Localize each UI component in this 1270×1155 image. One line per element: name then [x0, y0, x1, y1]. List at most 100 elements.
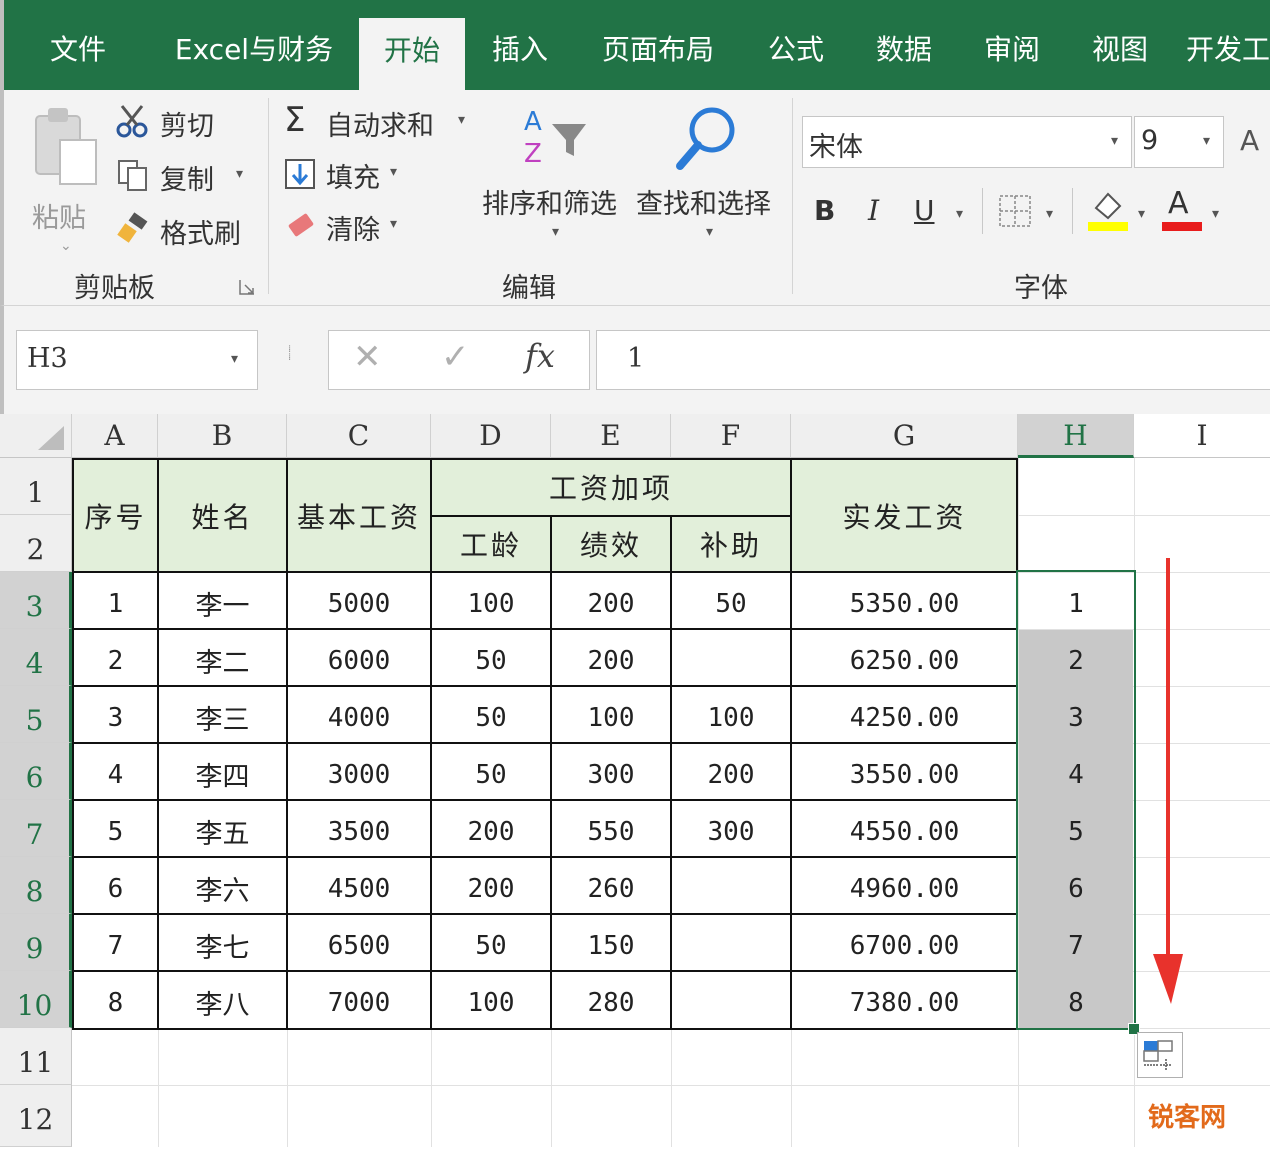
cell-performance[interactable]: 200 [551, 574, 671, 631]
cell-performance[interactable]: 150 [551, 916, 671, 973]
header-base-salary[interactable]: 基本工资 [287, 459, 431, 572]
clear-button[interactable]: 清除 ▾ [284, 206, 414, 248]
font-color-button[interactable]: A [1162, 186, 1202, 232]
cell-base-salary[interactable]: 4500 [287, 859, 431, 916]
header-seq[interactable]: 序号 [73, 459, 158, 572]
cell-seq[interactable]: 1 [73, 574, 158, 631]
cell-seniority[interactable]: 200 [431, 859, 551, 916]
tab-insert[interactable]: 插入 [478, 0, 562, 90]
worksheet-grid[interactable]: A B C D E F G H I 1 2 3 4 5 6 7 8 9 10 1… [0, 414, 1270, 1147]
row-header-4[interactable]: 4 [0, 629, 72, 686]
cell-actual-salary[interactable]: 4550.00 [791, 802, 1018, 859]
font-color-dropdown-icon[interactable]: ▾ [1212, 206, 1219, 222]
underline-dropdown-icon[interactable]: ▾ [956, 206, 963, 222]
cell-name[interactable]: 李六 [158, 859, 287, 916]
format-painter-button[interactable]: 格式刷 [116, 210, 256, 252]
cell-seq[interactable]: 5 [73, 802, 158, 859]
row-header-3[interactable]: 3 [0, 572, 72, 629]
font-name-combobox[interactable]: 宋体 ▾ [802, 116, 1132, 168]
fill-color-icon[interactable] [1088, 188, 1128, 232]
cancel-icon[interactable]: ✕ [353, 337, 382, 377]
cell-seq[interactable]: 8 [73, 973, 158, 1030]
cell-name[interactable]: 李二 [158, 631, 287, 688]
column-header-g[interactable]: G [791, 414, 1018, 458]
fill-color-dropdown-icon[interactable]: ▾ [1138, 206, 1145, 222]
column-header-e[interactable]: E [551, 414, 671, 458]
cell-seq[interactable]: 7 [73, 916, 158, 973]
borders-icon[interactable] [998, 194, 1032, 228]
cell-subsidy[interactable]: 100 [671, 688, 791, 745]
cut-button[interactable]: 剪切 [116, 102, 246, 144]
underline-button[interactable]: U [914, 194, 935, 227]
cell-base-salary[interactable]: 4000 [287, 688, 431, 745]
cell-subsidy[interactable] [671, 859, 791, 916]
cell-base-salary[interactable]: 6500 [287, 916, 431, 973]
cell-seniority[interactable]: 100 [431, 973, 551, 1030]
cell-name[interactable]: 李五 [158, 802, 287, 859]
name-box[interactable]: H3 ▾ [16, 330, 258, 390]
tab-home[interactable]: 开始 [359, 18, 465, 90]
cell-seniority[interactable]: 200 [431, 802, 551, 859]
cell-name[interactable]: 李七 [158, 916, 287, 973]
cell-name[interactable]: 李八 [158, 973, 287, 1030]
cell-seniority[interactable]: 50 [431, 688, 551, 745]
font-name-dropdown-icon[interactable]: ▾ [1111, 133, 1118, 149]
cell-actual-salary[interactable]: 5350.00 [791, 574, 1018, 631]
cell-subsidy[interactable]: 50 [671, 574, 791, 631]
row-header-2[interactable]: 2 [0, 515, 72, 572]
copy-button[interactable]: 复制 ▾ [116, 156, 256, 198]
resize-handle[interactable]: ⁞ ⁞ [288, 345, 294, 374]
header-salary-additions[interactable]: 工资加项 [431, 459, 791, 515]
column-header-f[interactable]: F [671, 414, 791, 458]
tab-page-layout[interactable]: 页面布局 [590, 0, 726, 90]
cell-actual-salary[interactable]: 6700.00 [791, 916, 1018, 973]
increase-font-size-icon[interactable]: A [1240, 124, 1259, 157]
row-header-11[interactable]: 11 [0, 1028, 72, 1085]
cell-seq[interactable]: 3 [73, 688, 158, 745]
cell-name[interactable]: 李四 [158, 745, 287, 802]
row-header-12[interactable]: 12 [0, 1085, 72, 1147]
bold-button[interactable]: B [814, 194, 835, 227]
cell-seniority[interactable]: 100 [431, 574, 551, 631]
select-all-corner[interactable] [0, 414, 72, 458]
header-seniority[interactable]: 工龄 [431, 515, 551, 572]
cell-actual-salary[interactable]: 6250.00 [791, 631, 1018, 688]
cell-performance[interactable]: 260 [551, 859, 671, 916]
tab-review[interactable]: 审阅 [970, 0, 1054, 90]
tab-formulas[interactable]: 公式 [754, 0, 838, 90]
cell-actual-salary[interactable]: 4250.00 [791, 688, 1018, 745]
row-header-7[interactable]: 7 [0, 800, 72, 857]
tab-developer[interactable]: 开发工 [1186, 0, 1270, 90]
tab-excel-finance[interactable]: Excel与财务 [164, 0, 344, 90]
row-header-1[interactable]: 1 [0, 458, 72, 515]
cell-actual-salary[interactable]: 4960.00 [791, 859, 1018, 916]
column-header-h[interactable]: H [1018, 414, 1134, 458]
cell-base-salary[interactable]: 6000 [287, 631, 431, 688]
tab-data[interactable]: 数据 [862, 0, 946, 90]
cell-performance[interactable]: 300 [551, 745, 671, 802]
column-header-a[interactable]: A [72, 414, 158, 458]
cell-performance[interactable]: 100 [551, 688, 671, 745]
cell-subsidy[interactable] [671, 916, 791, 973]
cell-actual-salary[interactable]: 3550.00 [791, 745, 1018, 802]
enter-icon[interactable]: ✓ [441, 337, 470, 377]
header-performance[interactable]: 绩效 [551, 515, 671, 572]
column-header-d[interactable]: D [431, 414, 551, 458]
row-header-9[interactable]: 9 [0, 914, 72, 971]
cell-base-salary[interactable]: 3000 [287, 745, 431, 802]
column-header-b[interactable]: B [158, 414, 287, 458]
paste-button[interactable]: 粘贴 ⌄ [30, 104, 102, 254]
column-header-c[interactable]: C [287, 414, 431, 458]
name-box-dropdown-icon[interactable]: ▾ [231, 351, 238, 367]
cell-base-salary[interactable]: 3500 [287, 802, 431, 859]
cell-base-salary[interactable]: 5000 [287, 574, 431, 631]
header-subsidy[interactable]: 补助 [671, 515, 791, 572]
cell-actual-salary[interactable]: 7380.00 [791, 973, 1018, 1030]
insert-function-icon[interactable]: fx [525, 337, 555, 375]
font-size-combobox[interactable]: 9 ▾ [1134, 116, 1224, 168]
formula-input[interactable]: 1 [596, 330, 1270, 390]
tab-view[interactable]: 视图 [1078, 0, 1162, 90]
borders-dropdown-icon[interactable]: ▾ [1046, 206, 1053, 222]
cell-subsidy[interactable] [671, 631, 791, 688]
sort-filter-button[interactable]: A Z 排序和筛选 ▾ [482, 104, 630, 254]
